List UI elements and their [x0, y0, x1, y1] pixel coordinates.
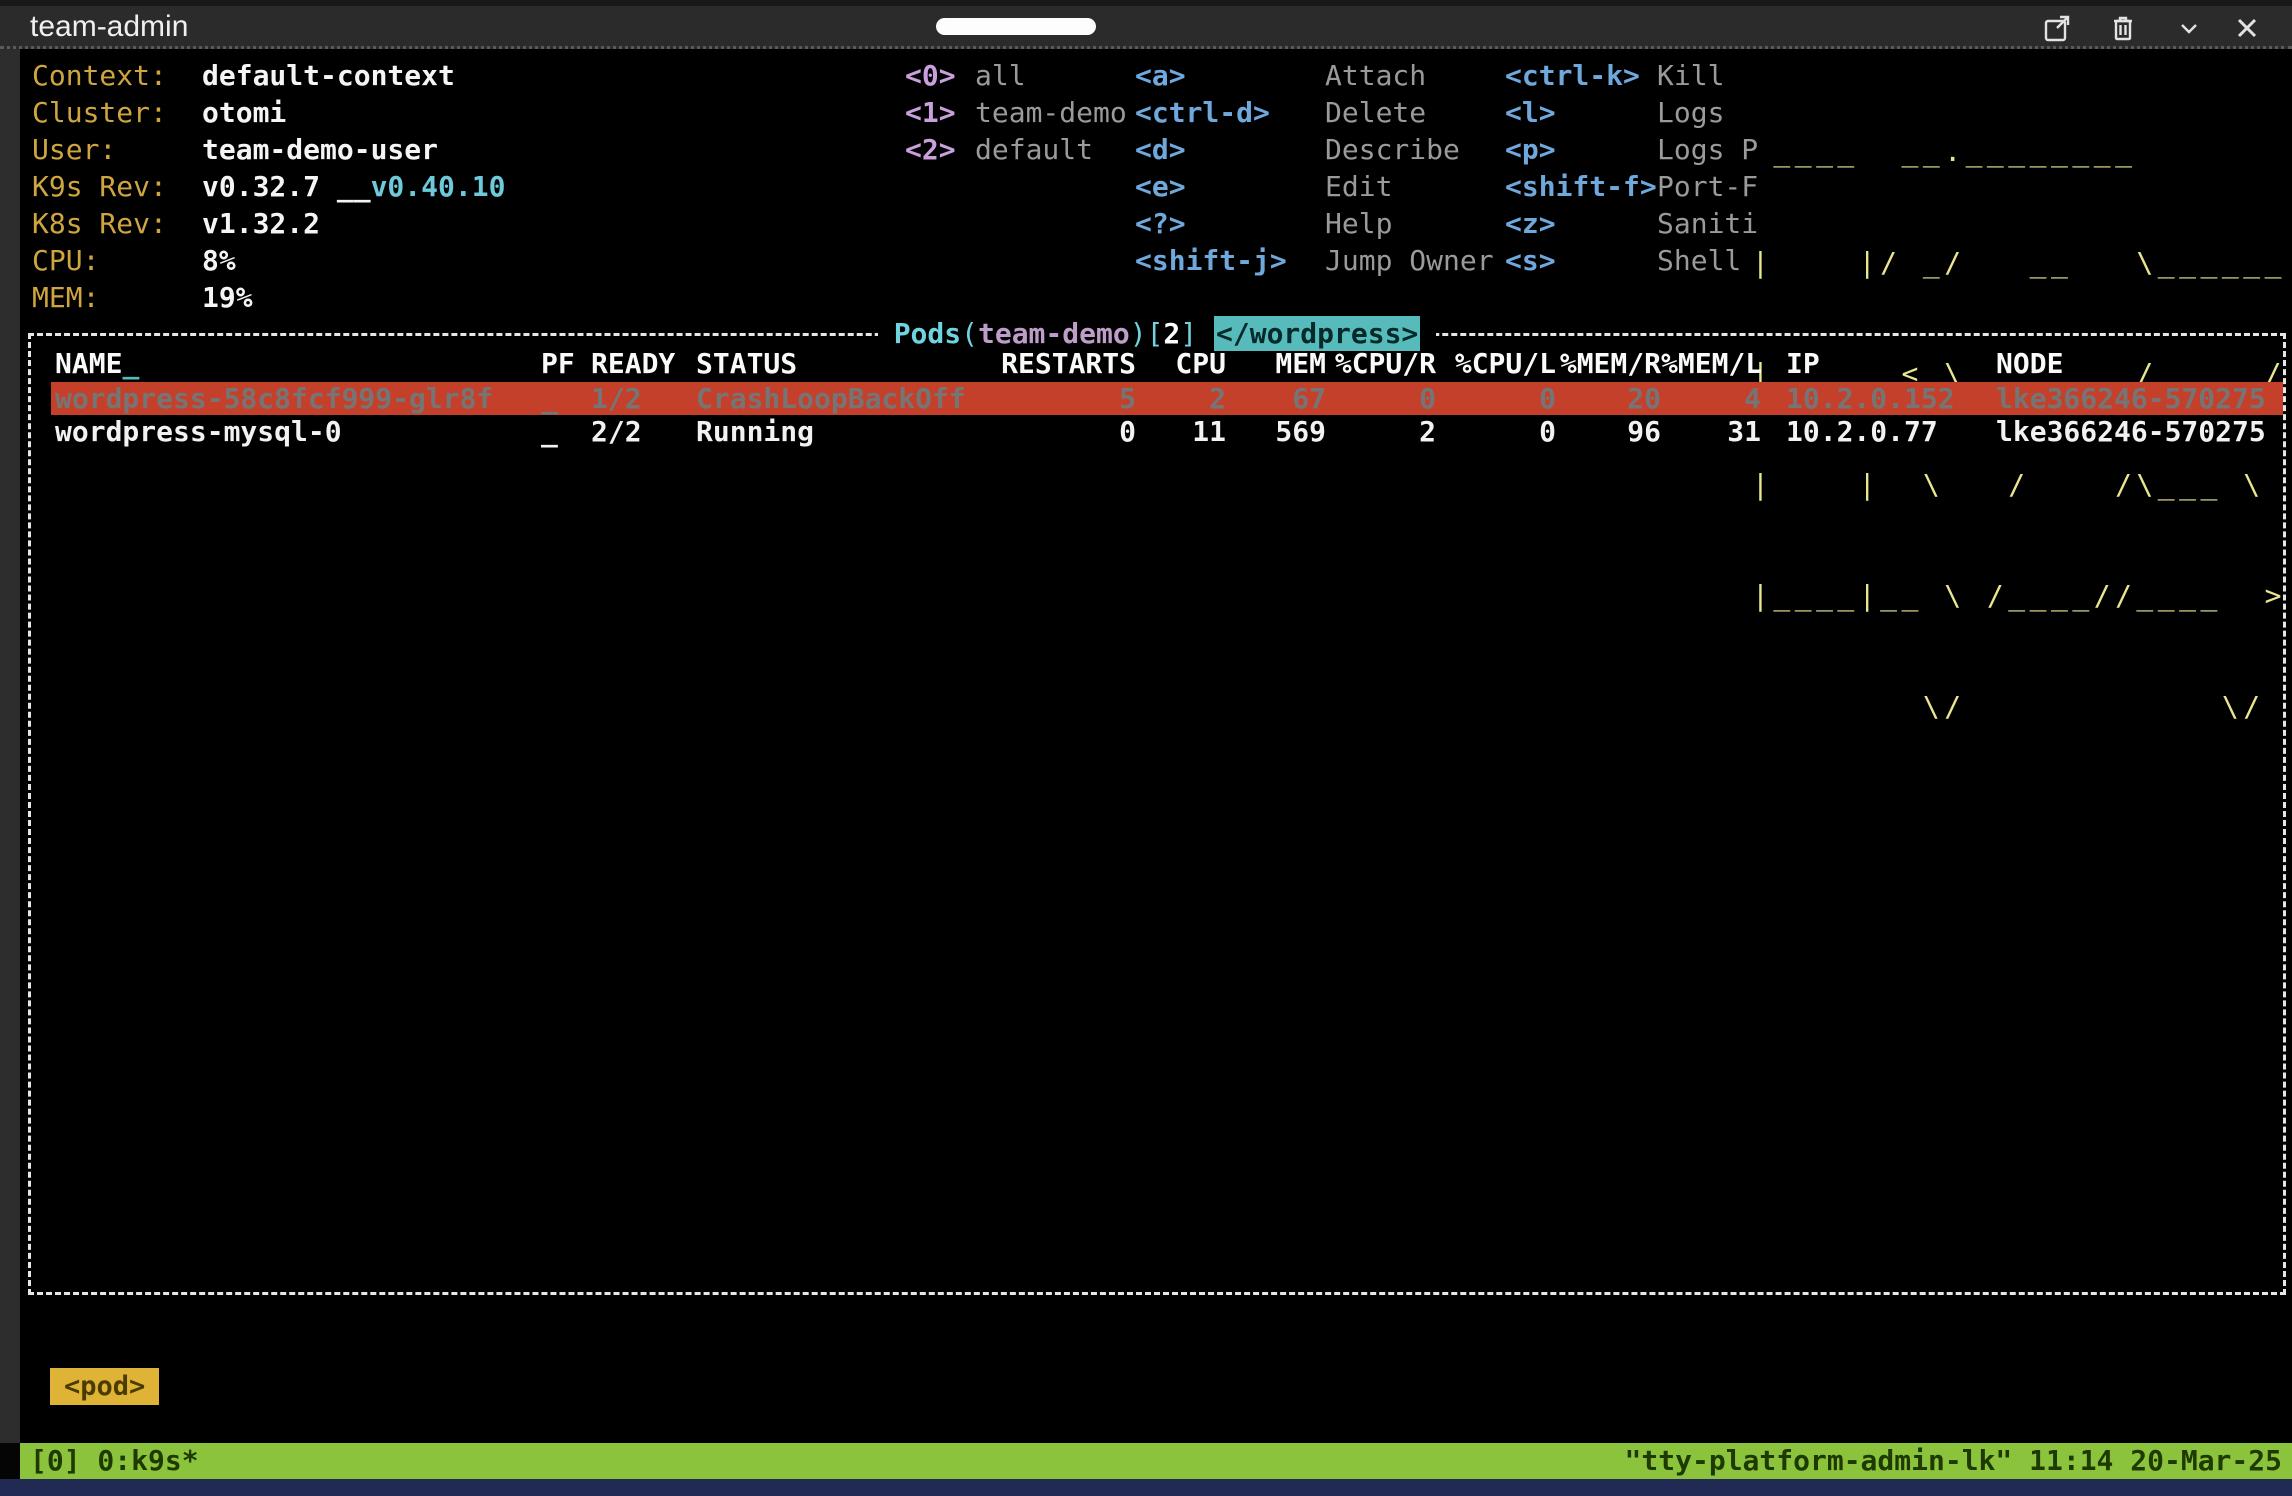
hotkey-ns-all: <0>all: [905, 57, 1127, 94]
pod-cpu-r: 0: [1326, 382, 1436, 415]
namespace-name: team-demo: [978, 317, 1130, 350]
tmux-status-bar: [0] 0:k9s* "tty-platform-admin-lk" 11:14…: [20, 1443, 2292, 1479]
hotkey-ns-team-demo: <1>team-demo: [905, 94, 1127, 131]
pod-name: wordpress-58c8fcf999-glr8f: [55, 382, 541, 415]
pod-cpu: 2: [1136, 382, 1226, 415]
context-row: Context:default-context: [32, 57, 505, 94]
pod-restarts: 0: [1001, 415, 1136, 448]
filter-chip: </wordpress>: [1214, 316, 1420, 351]
tmux-host-clock: "tty-platform-admin-lk" 11:14 20-Mar-25: [1625, 1443, 2282, 1479]
hotkey-kill: <ctrl-k>Kill: [1505, 57, 1758, 94]
pod-mem-l: 31: [1661, 415, 1761, 448]
pod-node: lke366246-570275: [1996, 382, 2283, 415]
drag-handle[interactable]: [936, 18, 1096, 35]
pod-mem: 67: [1226, 382, 1326, 415]
pod-mem-l: 4: [1661, 382, 1761, 415]
hotkey-edit: <e>Edit: [1135, 168, 1494, 205]
chevron-down-icon[interactable]: [2172, 11, 2206, 45]
cluster-row: Cluster:otomi: [32, 94, 505, 131]
hotkey-ns-default: <2>default: [905, 131, 1127, 168]
pod-cpu-l: 0: [1436, 415, 1556, 448]
k9s-update-version: v0.40.10: [371, 170, 506, 203]
trash-icon[interactable]: [2106, 11, 2140, 45]
pod-ip: 10.2.0.77: [1761, 415, 1996, 448]
desktop-edge-strip: [0, 1479, 2292, 1496]
pod-row-wordpress-mysql[interactable]: wordpress-mysql-0 _ 2/2 Running 0 11 569…: [51, 415, 2283, 448]
breadcrumb-pod[interactable]: <pod>: [50, 1368, 159, 1405]
k8s-rev-row: K8s Rev:v1.32.2: [32, 205, 505, 242]
pod-cpu-r: 2: [1326, 415, 1436, 448]
hotkey-logs: <l>Logs: [1505, 94, 1758, 131]
pod-ready: 1/2: [591, 382, 696, 415]
pod-ready: 2/2: [591, 415, 696, 448]
pod-pf: _: [541, 415, 591, 448]
pod-cpu-l: 0: [1436, 382, 1556, 415]
hotkey-port-forward: <shift-f>Port-F: [1505, 168, 1758, 205]
resource-name: Pods: [894, 317, 961, 350]
pod-mem: 569: [1226, 415, 1326, 448]
namespace-hotkeys: <0>all <1>team-demo <2>default: [905, 57, 1127, 168]
pod-ip: 10.2.0.152: [1761, 382, 1996, 415]
pod-restarts: 5: [1001, 382, 1136, 415]
window-titlebar: team-admin: [0, 0, 2292, 49]
hotkey-shell: <s>Shell: [1505, 242, 1758, 279]
new-window-icon[interactable]: [2040, 11, 2074, 45]
pod-status: Running: [696, 415, 1001, 448]
terminal-window: team-admin Context:default-context Clust…: [0, 0, 2292, 1496]
hotkey-sanitize: <z>Saniti: [1505, 205, 1758, 242]
window-title: team-admin: [30, 10, 188, 44]
action-hotkeys-col1: <a>Attach <ctrl-d>Delete <d>Describe <e>…: [1135, 57, 1494, 279]
tmux-session-window: [0] 0:k9s*: [30, 1443, 199, 1479]
close-icon[interactable]: [2230, 11, 2264, 45]
hotkey-describe: <d>Describe: [1135, 131, 1494, 168]
hotkey-logs-previous: <p>Logs P: [1505, 131, 1758, 168]
pod-row-wordpress[interactable]: wordpress-58c8fcf999-glr8f _ 1/2 CrashLo…: [51, 382, 2283, 415]
window-left-edge: [0, 49, 20, 1443]
cluster-info: Context:default-context Cluster:otomi Us…: [32, 57, 505, 316]
pod-name: wordpress-mysql-0: [55, 415, 541, 448]
pod-mem-r: 96: [1556, 415, 1661, 448]
pod-node: lke366246-570275: [1996, 415, 2283, 448]
pod-mem-r: 20: [1556, 382, 1661, 415]
pod-cpu: 11: [1136, 415, 1226, 448]
pods-table-panel: Pods(team-demo)[2] </wordpress> NAME_ PF…: [28, 333, 2286, 1295]
cpu-row: CPU:8%: [32, 242, 505, 279]
k9s-rev-row: K9s Rev:v0.32.7 __v0.40.10: [32, 168, 505, 205]
pods-panel-title: Pods(team-demo)[2] </wordpress>: [41, 314, 2273, 354]
action-hotkeys-col2: <ctrl-k>Kill <l>Logs <p>Logs P <shift-f>…: [1505, 57, 1758, 279]
hotkey-help: <?>Help: [1135, 205, 1494, 242]
hotkey-jump-owner: <shift-j>Jump Owner: [1135, 242, 1494, 279]
mem-row: MEM:19%: [32, 279, 505, 316]
hotkey-delete: <ctrl-d>Delete: [1135, 94, 1494, 131]
k9s-terminal: Context:default-context Cluster:otomi Us…: [20, 49, 2292, 1443]
pod-pf: _: [541, 382, 591, 415]
pod-count: 2: [1163, 317, 1180, 350]
user-row: User:team-demo-user: [32, 131, 505, 168]
pod-status: CrashLoopBackOff: [696, 382, 1001, 415]
hotkey-attach: <a>Attach: [1135, 57, 1494, 94]
